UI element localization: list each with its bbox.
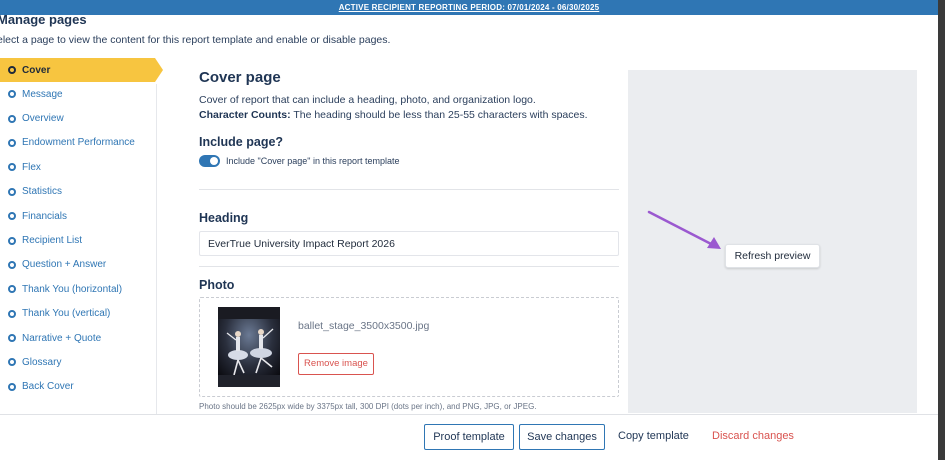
discard-changes-link[interactable]: Discard changes	[712, 430, 794, 442]
nav-item-overview[interactable]: Overview	[0, 106, 163, 130]
ballet-photo-image	[218, 307, 280, 387]
section-divider	[199, 189, 619, 190]
reporting-period-banner: ACTIVE RECIPIENT REPORTING PERIOD: 07/01…	[0, 0, 938, 15]
include-page-toggle[interactable]	[199, 155, 220, 167]
cover-description: Cover of report that can include a headi…	[199, 94, 536, 106]
report-template-editor: ACTIVE RECIPIENT REPORTING PERIOD: 07/01…	[0, 0, 938, 460]
photo-label: Photo	[199, 278, 235, 292]
radio-dot-icon	[8, 187, 16, 196]
radio-dot-icon	[8, 382, 16, 391]
pages-nav: Cover Message Overview Endowment Perform…	[0, 58, 163, 399]
nav-item-endowment-performance[interactable]: Endowment Performance	[0, 131, 163, 155]
include-page-label: Include page?	[199, 135, 284, 149]
proof-template-button[interactable]: Proof template	[424, 424, 514, 450]
nav-item-thank-you-vertical[interactable]: Thank You (vertical)	[0, 302, 163, 326]
annotation-arrow-icon	[647, 210, 721, 249]
nav-item-thank-you-horizontal[interactable]: Thank You (horizontal)	[0, 277, 163, 301]
radio-dot-icon	[8, 66, 16, 74]
radio-dot-icon	[8, 114, 16, 123]
nav-item-financials[interactable]: Financials	[0, 204, 163, 228]
include-page-toggle-label: Include "Cover page" in this report temp…	[226, 156, 400, 166]
radio-dot-icon	[8, 138, 16, 147]
nav-item-back-cover[interactable]: Back Cover	[0, 375, 163, 399]
character-counts-note: Character Counts: The heading should be …	[199, 109, 588, 121]
photo-filename: ballet_stage_3500x3500.jpg	[298, 320, 430, 332]
heading-label: Heading	[199, 211, 249, 225]
radio-dot-icon	[8, 163, 16, 172]
nav-divider	[156, 84, 157, 414]
copy-template-link[interactable]: Copy template	[618, 430, 689, 442]
save-changes-button[interactable]: Save changes	[519, 424, 605, 450]
heading-input[interactable]	[199, 231, 619, 256]
radio-dot-icon	[8, 309, 16, 318]
photo-thumbnail	[218, 307, 280, 387]
manage-pages-subtitle: elect a page to view the content for thi…	[0, 34, 391, 46]
radio-dot-icon	[8, 236, 16, 245]
radio-dot-icon	[8, 212, 16, 221]
toggle-knob	[210, 157, 218, 165]
section-divider	[199, 266, 619, 267]
nav-item-glossary[interactable]: Glossary	[0, 350, 163, 374]
radio-dot-icon	[8, 358, 16, 367]
nav-item-narrative-quote[interactable]: Narrative + Quote	[0, 326, 163, 350]
nav-item-statistics[interactable]: Statistics	[0, 180, 163, 204]
nav-item-message[interactable]: Message	[0, 82, 163, 106]
refresh-preview-button[interactable]: Refresh preview	[725, 244, 820, 268]
nav-item-cover[interactable]: Cover	[0, 58, 163, 82]
cover-page-title: Cover page	[199, 69, 281, 86]
radio-dot-icon	[8, 285, 16, 294]
remove-image-button[interactable]: Remove image	[298, 353, 374, 375]
nav-item-question-answer[interactable]: Question + Answer	[0, 253, 163, 277]
photo-requirements-note: Photo should be 2625px wide by 3375px ta…	[199, 402, 537, 411]
manage-pages-title: Manage pages	[0, 12, 87, 27]
nav-item-flex[interactable]: Flex	[0, 155, 163, 179]
nav-item-recipient-list[interactable]: Recipient List	[0, 228, 163, 252]
radio-dot-icon	[8, 90, 16, 99]
radio-dot-icon	[8, 334, 16, 343]
radio-dot-icon	[8, 260, 16, 269]
